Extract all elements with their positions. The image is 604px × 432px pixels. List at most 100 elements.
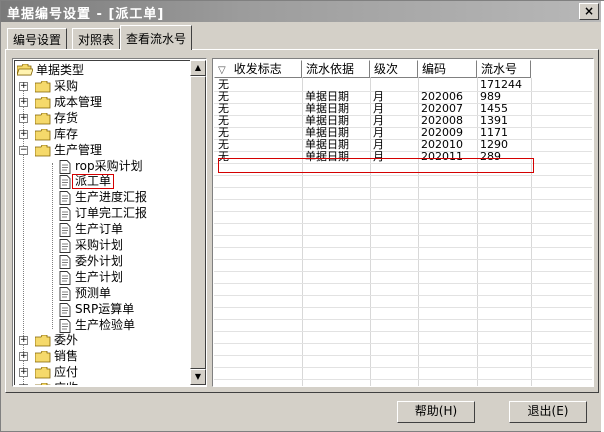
tab-number-settings[interactable]: 编号设置	[7, 28, 68, 49]
tree-item-label: 销售	[54, 349, 79, 363]
folder-icon	[35, 97, 51, 109]
document-icon	[59, 287, 71, 301]
close-button[interactable]: ×	[579, 3, 599, 20]
grid-column-line	[302, 78, 303, 386]
scroll-up-button[interactable]: ▲	[190, 60, 206, 76]
document-icon	[59, 191, 71, 205]
grid-row-line	[214, 199, 592, 200]
document-icon	[59, 239, 71, 253]
tree-item-label: 应付	[54, 365, 79, 379]
column-header-level[interactable]: 级次	[370, 60, 418, 78]
title-bar[interactable]: 单据编号设置 - [派工单] ×	[1, 1, 603, 22]
grid-row-line	[214, 247, 592, 248]
grid-row-line	[214, 91, 592, 92]
folder-icon	[35, 129, 51, 141]
grid-row-line	[214, 283, 592, 284]
expand-icon[interactable]: +	[19, 114, 28, 123]
scroll-down-button[interactable]: ▼	[190, 369, 206, 385]
tree-root-label: 单据类型	[36, 63, 85, 77]
grid-row-line	[214, 367, 592, 368]
grid-row-line	[214, 319, 592, 320]
tab-mapping-table[interactable]: 对照表	[72, 28, 121, 49]
folder-icon	[35, 145, 51, 157]
tree-item-label: 生产进度汇报	[75, 190, 148, 204]
tree-item-label: SRP运算单	[75, 302, 135, 316]
exit-button[interactable]: 退出(E)	[509, 401, 587, 423]
grid-column-line	[531, 78, 532, 386]
column-header-basis[interactable]: 流水依据	[302, 60, 370, 78]
grid-row-line	[214, 139, 592, 140]
window-title: 单据编号设置 - [派工单]	[7, 7, 165, 22]
grid-row-line	[214, 295, 592, 296]
folder-icon	[35, 81, 51, 93]
grid-row-line	[214, 307, 592, 308]
tree-item-label: 成本管理	[54, 95, 103, 109]
grid-row-line	[214, 259, 592, 260]
folder-icon	[35, 113, 51, 125]
expand-icon[interactable]: +	[19, 336, 28, 345]
grid-row-line	[214, 343, 592, 344]
open-folder-icon	[17, 64, 33, 76]
column-header-flag[interactable]: ▽ 收发标志	[214, 60, 302, 78]
sort-icon: ▽	[218, 65, 226, 76]
expand-icon[interactable]: +	[19, 98, 28, 107]
grid-row-line	[214, 355, 592, 356]
expand-icon[interactable]: +	[19, 82, 28, 91]
document-icon	[59, 175, 71, 189]
tree-item-label: 生产检验单	[75, 318, 136, 332]
grid-row-line	[214, 235, 592, 236]
tab-view-serial[interactable]: 查看流水号	[120, 25, 193, 50]
tree-scrollbar[interactable]: ▲ ▼	[190, 60, 206, 385]
document-icon	[59, 303, 71, 317]
folder-icon	[35, 351, 51, 363]
grid-column-line	[477, 78, 478, 386]
document-icon	[59, 271, 71, 285]
grid-row-line	[214, 211, 592, 212]
help-button[interactable]: 帮助(H)	[397, 401, 475, 423]
tree-item-label: 库存	[54, 127, 79, 141]
grid-row-line	[214, 175, 592, 176]
tree-item-label: 生产管理	[54, 143, 103, 157]
document-icon	[59, 207, 71, 221]
grid-column-line	[370, 78, 371, 386]
tree-content: 单据类型 + 采购 + 成本管理 + 存货 + 库存 − 生产管理 rop采购计划 派工单 生产进度汇报…	[14, 60, 190, 385]
tree-item-label: 预测单	[75, 286, 112, 300]
expand-icon[interactable]: +	[19, 368, 28, 377]
collapse-icon[interactable]: −	[19, 146, 28, 155]
grid-column-line	[418, 78, 419, 386]
grid-row-line	[214, 151, 592, 152]
tree-item-label: 生产计划	[75, 270, 124, 284]
expand-icon[interactable]: +	[19, 384, 28, 385]
tree-item-label: 采购	[54, 79, 79, 93]
tree-item-label-selected: 派工单	[72, 174, 115, 189]
tree-item-label: 订单完工汇报	[75, 206, 148, 220]
grid-row-line	[214, 103, 592, 104]
folder-icon	[35, 383, 51, 385]
grid-row-line	[214, 127, 592, 128]
grid-row-line	[214, 223, 592, 224]
tree-item-label: 存货	[54, 111, 79, 125]
expand-icon[interactable]: +	[19, 130, 28, 139]
serial-number-grid[interactable]: ▽ 收发标志 流水依据 级次 编码 流水号 无 171244 无单据日期月 202006…	[212, 58, 594, 387]
column-header-code[interactable]: 编码	[418, 60, 477, 78]
grid-row-line	[214, 271, 592, 272]
tree-item-label: 委外计划	[75, 254, 124, 268]
grid-row-line	[214, 115, 592, 116]
column-header-serial[interactable]: 流水号	[477, 60, 531, 78]
tree-item-label: 委外	[54, 333, 79, 347]
document-icon	[59, 160, 71, 174]
folder-icon	[35, 335, 51, 347]
grid-row-line	[214, 331, 592, 332]
grid-row-line	[214, 379, 592, 380]
scroll-thumb[interactable]	[190, 76, 206, 369]
dialog-window: 单据编号设置 - [派工单] × 编号设置 对照表 查看流水号 单据类型 + 采购…	[0, 0, 604, 432]
expand-icon[interactable]: +	[19, 352, 28, 361]
tree-item-label: 生产订单	[75, 222, 124, 236]
folder-icon	[35, 367, 51, 379]
tree-item-label: 应收	[54, 381, 78, 385]
document-icon	[59, 319, 71, 333]
tree-connector	[52, 163, 53, 329]
document-type-tree[interactable]: 单据类型 + 采购 + 成本管理 + 存货 + 库存 − 生产管理 rop采购计划 派工单 生产进度汇报…	[12, 58, 207, 387]
document-icon	[59, 255, 71, 269]
document-icon	[59, 223, 71, 237]
